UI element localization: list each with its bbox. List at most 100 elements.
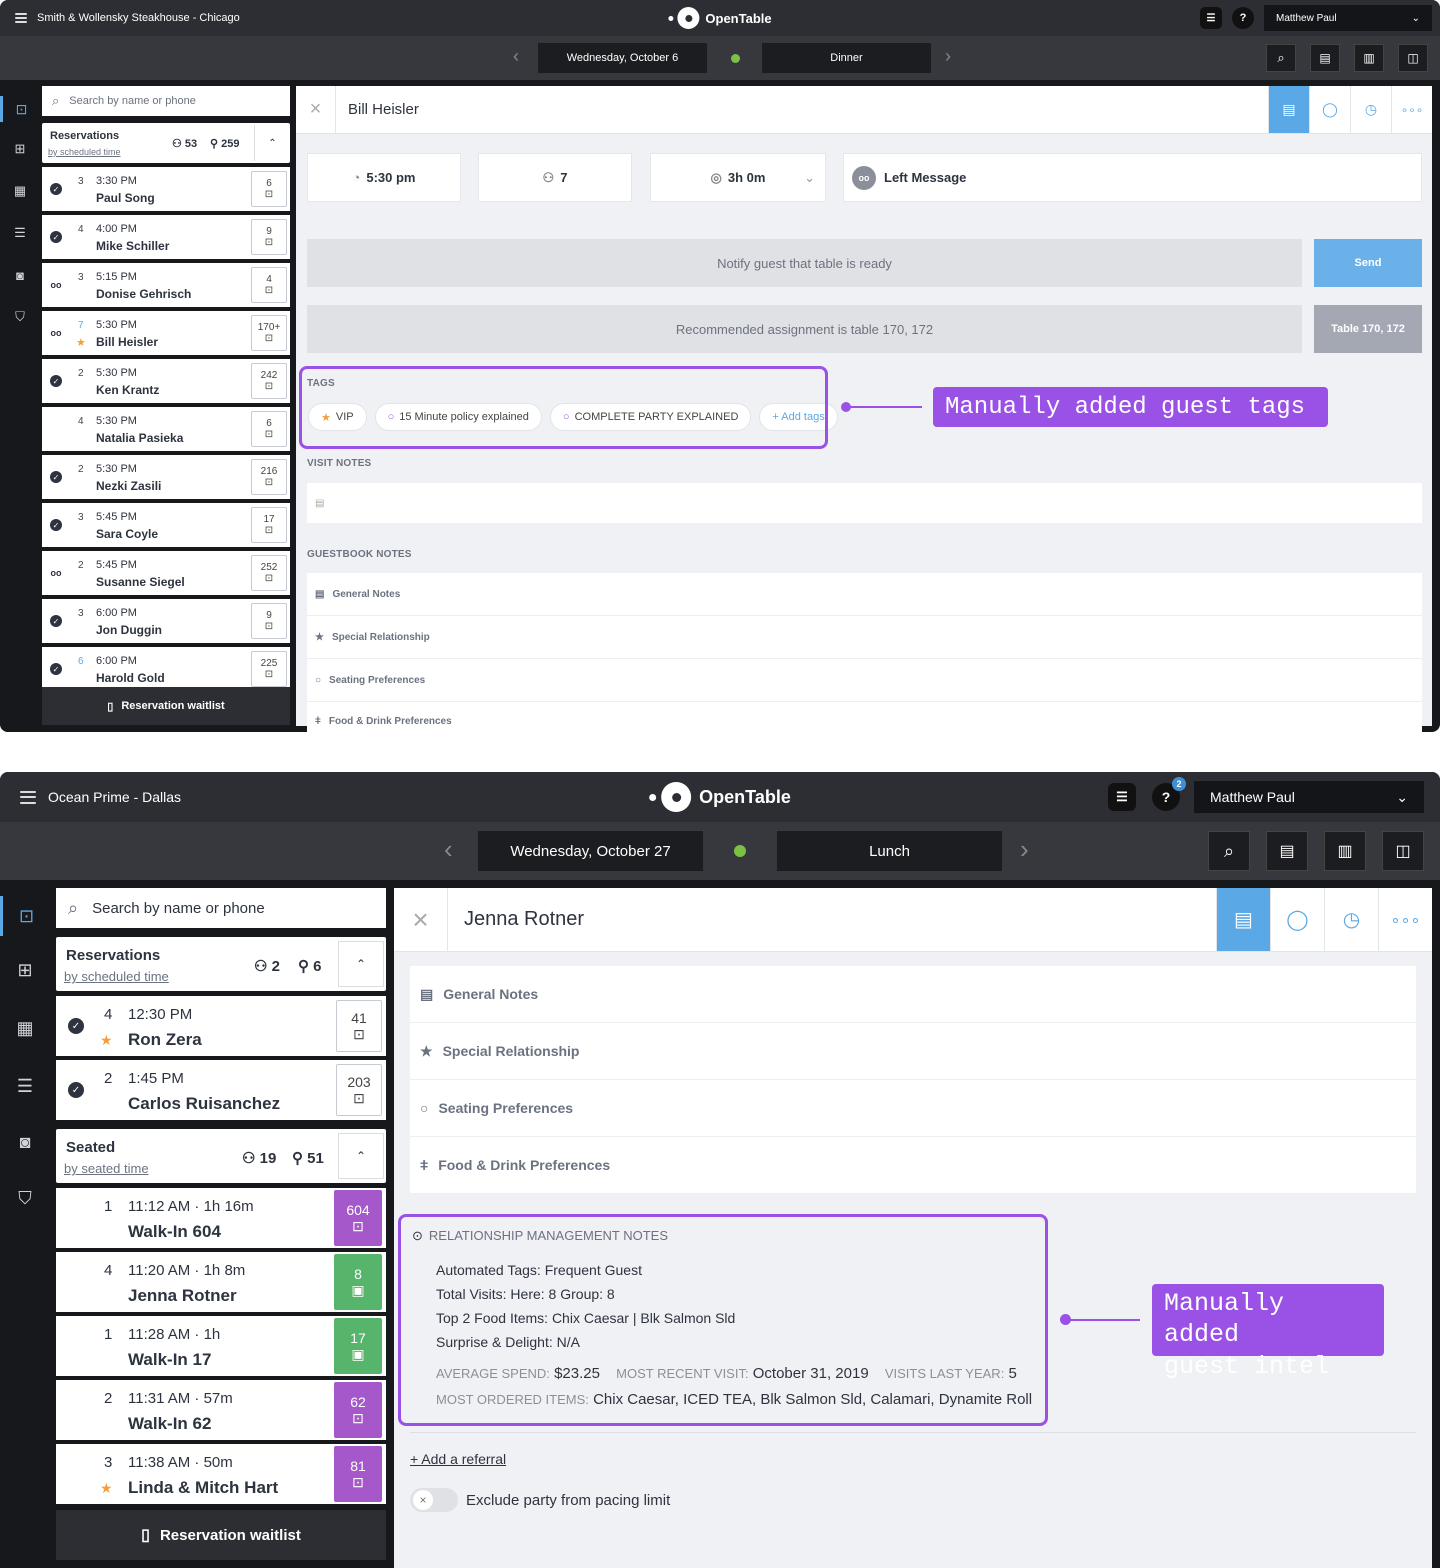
search-input[interactable]: ⌕ Search by name or phone <box>42 86 290 116</box>
send-button[interactable]: Send <box>1314 239 1422 287</box>
table-box[interactable]: 41 ⊡ <box>336 1000 382 1052</box>
notes-icon[interactable]: ▤ <box>1266 831 1308 871</box>
close-icon[interactable]: × <box>296 85 336 134</box>
assign-table-button[interactable]: Table 170, 172 <box>1314 305 1422 353</box>
list-icon[interactable]: ☰ <box>0 220 40 246</box>
table-box[interactable]: 252 ⊡ <box>251 555 287 591</box>
reservation-row[interactable]: ✓ 2 1:45 PM Carlos Ruisanchez 203 ⊡ <box>56 1060 386 1120</box>
visit-notes-field[interactable]: ▤ <box>307 483 1422 523</box>
collapse-button[interactable]: ⌃ <box>254 125 290 161</box>
prev-day-icon[interactable]: ‹ <box>444 834 453 865</box>
reservation-waitlist-button[interactable]: ▯ Reservation waitlist <box>56 1510 386 1560</box>
help-icon[interactable]: ? 2 <box>1152 777 1186 811</box>
prev-day-icon[interactable]: ‹ <box>513 46 519 67</box>
reservations-header[interactable]: Reservations by scheduled time ⚇ 53 ⚲ 25… <box>42 123 290 163</box>
timeline-icon[interactable]: ⊞ <box>0 950 50 990</box>
table-box[interactable]: 17 ▣ <box>334 1318 382 1374</box>
shield-icon[interactable]: ⛉ <box>0 304 40 330</box>
reservation-row[interactable]: ✓ 4 4:00 PM Mike Schiller 9 ⊡ <box>42 215 290 259</box>
floor-icon[interactable]: ⊡ <box>0 96 40 122</box>
food-drink-row[interactable]: ǂ Food & Drink Preferences <box>410 1137 1416 1194</box>
tab-history[interactable]: ◷ <box>1350 86 1391 133</box>
list-icon[interactable]: ☰ <box>0 1066 50 1106</box>
general-notes-row[interactable]: ▤ General Notes <box>410 966 1416 1023</box>
special-relationship-row[interactable]: ★ Special Relationship <box>410 1023 1416 1080</box>
shift-picker[interactable]: Lunch <box>777 831 1002 871</box>
table-box[interactable]: 170+ ⊡ <box>251 315 287 351</box>
next-day-icon[interactable]: › <box>945 46 951 67</box>
table-box[interactable]: 62 ⊡ <box>334 1382 382 1438</box>
clipboard-icon[interactable]: ▥ <box>1354 44 1384 72</box>
guestbook-icon[interactable]: ◙ <box>0 1122 50 1162</box>
clipboard-icon[interactable]: ▥ <box>1324 831 1366 871</box>
reservation-row[interactable]: oo 2 5:45 PM Susanne Siegel 252 ⊡ <box>42 551 290 595</box>
tab-more[interactable]: ∘∘∘ <box>1391 86 1432 133</box>
user-menu[interactable]: Matthew Paul ⌄ <box>1194 781 1424 813</box>
user-menu[interactable]: Matthew Paul ⌄ <box>1264 5 1432 31</box>
reservation-row[interactable]: ✓ 6 6:00 PM Harold Gold 225 ⊡ <box>42 647 290 691</box>
general-notes-row[interactable]: ▤ General Notes <box>307 573 1422 616</box>
table-box[interactable]: 8 ▣ <box>334 1254 382 1310</box>
timeline-icon[interactable]: ⊞ <box>0 136 40 162</box>
shift-picker[interactable]: Dinner <box>762 43 931 73</box>
reservation-row[interactable]: oo 3 5:15 PM Donise Gehrisch 4 ⊡ <box>42 263 290 307</box>
reservation-row[interactable]: ✓ 2 5:30 PM Nezki Zasili 216 ⊡ <box>42 455 290 499</box>
collapse-button[interactable]: ⌃ <box>338 941 384 987</box>
book-icon[interactable]: ◫ <box>1382 831 1424 871</box>
guestbook-icon[interactable]: ◙ <box>0 262 40 288</box>
party-size-field[interactable]: ⚇ 7 <box>478 153 632 202</box>
sort-link[interactable]: by scheduled time <box>48 147 121 157</box>
search-icon[interactable]: ⌕ <box>1208 831 1250 871</box>
chat-icon[interactable]: ☰ <box>1200 7 1222 29</box>
search-input[interactable]: ⌕ Search by name or phone <box>56 888 386 928</box>
table-box[interactable]: 9 ⊡ <box>251 219 287 255</box>
chat-icon[interactable]: ☰ <box>1108 783 1136 811</box>
floor-icon[interactable]: ⊡ <box>0 896 50 936</box>
sort-link[interactable]: by scheduled time <box>64 969 169 984</box>
next-day-icon[interactable]: › <box>1020 834 1029 865</box>
close-icon[interactable]: × <box>394 887 448 952</box>
table-box[interactable]: 9 ⊡ <box>251 603 287 639</box>
table-box[interactable]: 242 ⊡ <box>251 363 287 399</box>
duration-field[interactable]: ◎ 3h 0m ⌄ <box>650 153 826 202</box>
status-field[interactable]: oo Left Message <box>843 153 1422 202</box>
notes-icon[interactable]: ▤ <box>1310 44 1340 72</box>
reservation-row[interactable]: ✓ 2 5:30 PM Ken Krantz 242 ⊡ <box>42 359 290 403</box>
reservation-row[interactable]: ✓ 4 12:30 PM Ron Zera 41 ⊡ ★ <box>56 996 386 1056</box>
calendar-icon[interactable]: ▦ <box>0 178 40 204</box>
food-drink-row[interactable]: ǂ Food & Drink Preferences <box>307 702 1422 732</box>
tab-more[interactable]: ∘∘∘ <box>1378 888 1432 951</box>
table-box[interactable]: 216 ⊡ <box>251 459 287 495</box>
table-box[interactable]: 4 ⊡ <box>251 267 287 303</box>
pacing-toggle[interactable]: × <box>410 1488 458 1512</box>
menu-icon[interactable] <box>15 13 27 23</box>
date-picker[interactable]: Wednesday, October 27 <box>478 831 703 871</box>
table-box[interactable]: 6 ⊡ <box>251 171 287 207</box>
book-icon[interactable]: ◫ <box>1398 44 1428 72</box>
add-referral-link[interactable]: + Add a referral <box>410 1451 506 1467</box>
seated-row[interactable]: 4 11:20 AM · 1h 8m Jenna Rotner 8 ▣ <box>56 1252 386 1312</box>
special-relationship-row[interactable]: ★ Special Relationship <box>307 616 1422 659</box>
tab-reservation[interactable]: ▤ <box>1216 888 1270 951</box>
time-field[interactable]: ◔ 5:30 pm <box>307 153 461 202</box>
reservation-row[interactable]: ✓ 3 6:00 PM Jon Duggin 9 ⊡ <box>42 599 290 643</box>
help-icon[interactable]: ? <box>1232 7 1254 29</box>
date-picker[interactable]: Wednesday, October 6 <box>538 43 707 73</box>
seating-preferences-row[interactable]: ○ Seating Preferences <box>307 659 1422 702</box>
search-icon[interactable]: ⌕ <box>1266 44 1296 72</box>
menu-icon[interactable] <box>20 790 36 804</box>
seated-row[interactable]: 1 11:12 AM · 1h 16m Walk-In 604 604 ⊡ <box>56 1188 386 1248</box>
seating-preferences-row[interactable]: ○ Seating Preferences <box>410 1080 1416 1137</box>
shield-icon[interactable]: ⛉ <box>0 1178 50 1218</box>
table-box[interactable]: 225 ⊡ <box>251 651 287 687</box>
reservation-row[interactable]: ✓ 3 5:45 PM Sara Coyle 17 ⊡ <box>42 503 290 547</box>
tab-reservation[interactable]: ▤ <box>1268 86 1309 133</box>
seated-header[interactable]: Seated by seated time ⚇ 19 ⚲ 51 ⌃ <box>56 1129 386 1183</box>
tab-profile[interactable]: ◯ <box>1309 86 1350 133</box>
reservation-waitlist-button[interactable]: ▯ Reservation waitlist <box>42 687 290 725</box>
seated-row[interactable]: 1 11:28 AM · 1h Walk-In 17 17 ▣ <box>56 1316 386 1376</box>
reservations-header[interactable]: Reservations by scheduled time ⚇ 2 ⚲ 6 ⌃ <box>56 937 386 991</box>
table-box[interactable]: 81 ⊡ <box>334 1446 382 1502</box>
seated-row[interactable]: 2 11:31 AM · 57m Walk-In 62 62 ⊡ <box>56 1380 386 1440</box>
table-box[interactable]: 604 ⊡ <box>334 1190 382 1246</box>
